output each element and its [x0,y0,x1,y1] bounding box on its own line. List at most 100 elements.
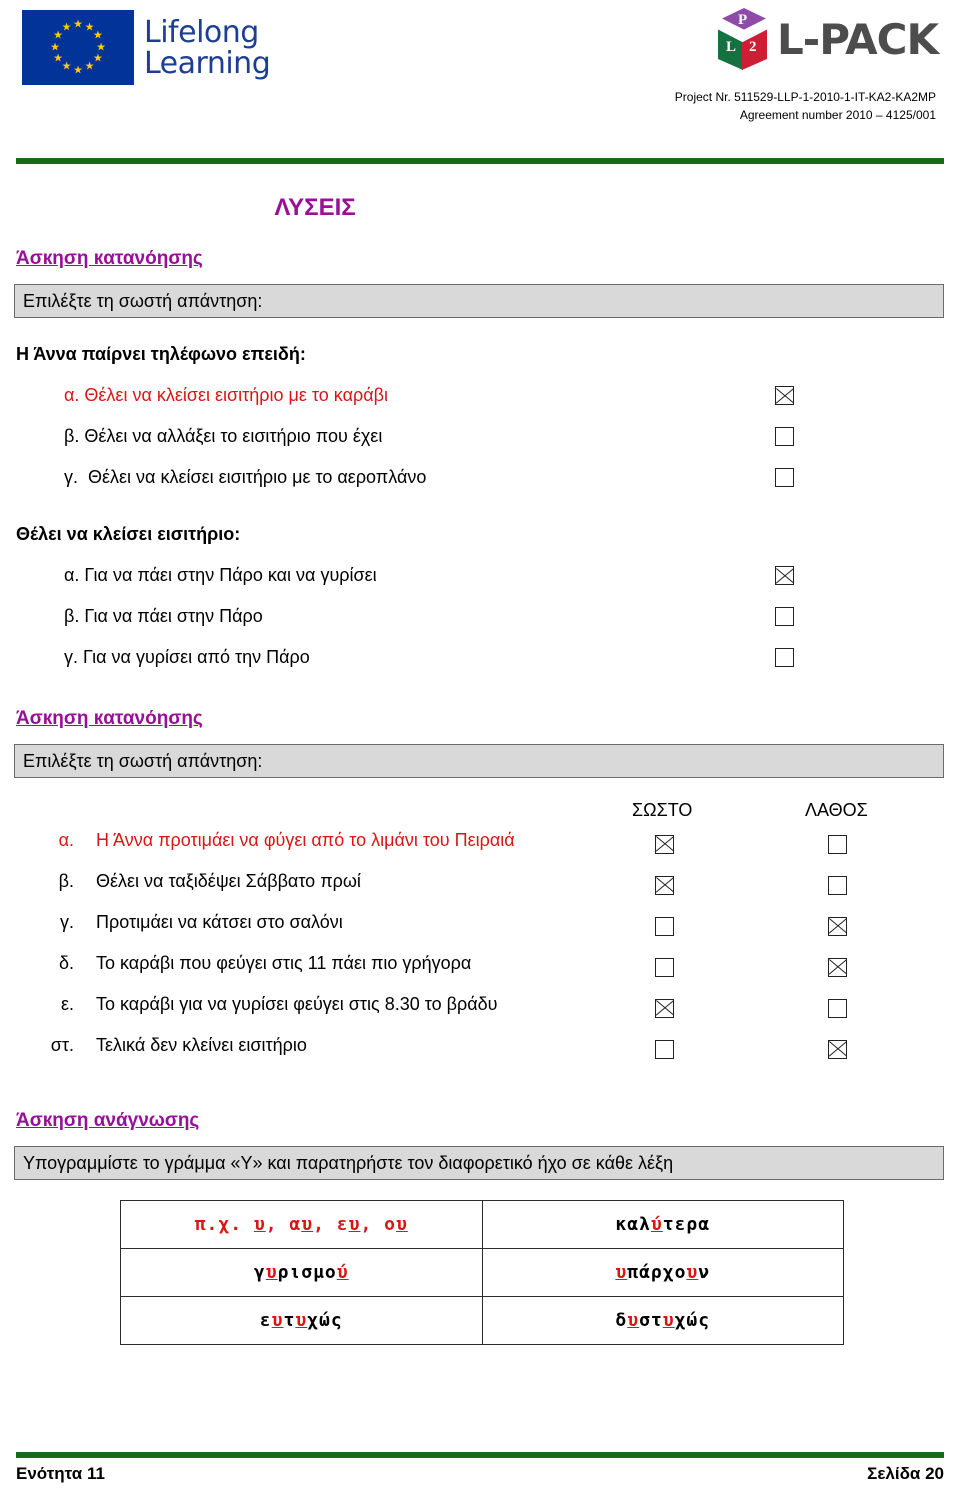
word-segment: , ο [360,1214,396,1235]
word-cell: ευτυχώς [120,1296,483,1345]
option-list: α. Θέλει να κλείσει εισιτήριο με το καρά… [0,375,960,498]
true-false-row[interactable]: γ. Προτιμάει να κάτσει στο σαλόνι [0,912,960,953]
column-header-false: ΛΑΘΟΣ [805,800,868,820]
instruction-box: Επιλέξτε τη σωστή απάντηση: [14,744,944,778]
checkbox-checked[interactable] [775,386,794,405]
checkbox-false-column[interactable] [828,915,847,936]
checkbox-false-column[interactable] [828,833,847,854]
checkbox-true-column[interactable] [655,956,674,977]
checkbox-true-column[interactable] [655,915,674,936]
word-segment: τ [283,1310,296,1331]
word-table-row: γυρισμού υπάρχουν [120,1248,844,1297]
checkbox-unchecked[interactable] [828,834,847,854]
true-false-row[interactable]: στ. Τελικά δεν κλείνει εισιτήριο [0,1035,960,1076]
checkbox-false-column[interactable] [828,956,847,977]
instruction-box: Επιλέξτε τη σωστή απάντηση: [14,284,944,318]
checkbox-true-column[interactable] [655,1038,674,1059]
word-segment: ν [698,1262,711,1283]
lpack-cube-icon: P L 2 [713,8,775,70]
word-segment: δ [615,1310,628,1331]
checkbox-checked[interactable] [655,875,674,895]
checkbox-false-column[interactable] [828,1038,847,1059]
document-body: ΛΥΣΕΙΣ Άσкηση кατανόησης Επιλέξτε τη σωσ… [0,164,960,1345]
lpack-logo: P L 2 L-PACK [713,8,939,70]
option-checkbox[interactable] [775,468,794,487]
option-label: γ. Θέλει να κλείσει εισιτήριο με το αερο… [64,467,427,487]
checkbox-false-column[interactable] [828,874,847,895]
option-row[interactable]: γ. Για να γυρίσει από την Πάρο [0,637,960,678]
cube-letter-2: 2 [749,39,757,55]
underlined-letter: υ [395,1214,408,1235]
word-cell: καλύτερα [481,1200,844,1249]
checkbox-true-column[interactable] [655,997,674,1018]
word-table-row: ευτυχώς δυστυχώς [120,1296,844,1345]
option-checkbox[interactable] [775,607,794,626]
underlined-letter: υ [295,1310,308,1331]
checkbox-unchecked[interactable] [655,1039,674,1059]
true-false-row[interactable]: α. Η Άννα προτιμάει να φύγει από το λιμάν… [0,830,960,871]
checkbox-unchecked[interactable] [655,957,674,977]
row-statement: Το καράβι για να γυρίσει φεύγει στις 8.3… [96,994,498,1014]
option-row[interactable]: β. Θέλει να αλλάξει το εισιτήριο που έχε… [0,416,960,457]
word-segment: καλ [615,1214,651,1235]
checkbox-unchecked[interactable] [828,875,847,895]
checkbox-true-column[interactable] [655,874,674,895]
checkbox-unchecked[interactable] [828,998,847,1018]
option-checkbox[interactable] [775,566,794,585]
checkbox-checked[interactable] [655,998,674,1018]
footer-unit: Ενότητα 11 [16,1464,105,1483]
section-comprehension-1: Άσкηση кατανόησης Επιλέξτε τη σωστή απάν… [0,248,960,678]
page-footer: Ενότητα 11 Σελίδα 20 [16,1464,944,1484]
checkbox-unchecked[interactable] [775,468,794,487]
instruction-text: Επιλέξτε τη σωστή απάντηση: [23,290,263,311]
underlined-letter: ύ [336,1262,349,1283]
checkbox-unchecked[interactable] [775,607,794,626]
option-row[interactable]: γ. Θέλει να κλείσει εισιτήριο με το αερο… [0,457,960,498]
checkbox-unchecked[interactable] [775,427,794,446]
row-key: ε. [60,994,74,1014]
option-row[interactable]: α. Θέλει να κλείσει εισιτήριο με το καρά… [0,375,960,416]
option-label: α. Για να πάει στην Πάρο και να γυρίσει [64,565,377,585]
word-cell: δυστυχώς [481,1296,844,1345]
section-heading: Άσкηση кατανόησης [16,708,203,729]
checkbox-checked[interactable] [828,957,847,977]
option-list: α. Για να πάει στην Πάρο και να γυρίσει β… [0,555,960,678]
column-header-true: ΣΩΣΤΟ [632,800,693,820]
true-false-row[interactable]: β. Θέλει να ταξιδέψει Σάββατο πρωί [0,871,960,912]
word-segment: π.χ. [194,1214,254,1235]
word-segment: στ [639,1310,663,1331]
checkbox-checked[interactable] [828,916,847,936]
page-header: Lifelong Learning P L 2 L-PACK Project N… [0,0,960,164]
checkbox-unchecked[interactable] [775,648,794,667]
word-table-row: π.χ. υ, αυ, ευ, ου καλύτερα [120,1200,844,1249]
option-row[interactable]: β. Για να πάει στην Πάρο [0,596,960,637]
true-false-row[interactable]: δ. Το καράβι που φεύγει στις 11 πάει πιο … [0,953,960,994]
option-row[interactable]: α. Για να πάει στην Πάρο και να γυρίσει [0,555,960,596]
section-reading: Άσкηση ανάγνωσης Υπογραμμίστε το γράμμα … [0,1110,960,1345]
checkbox-unchecked[interactable] [655,916,674,936]
underlined-letter: υ [348,1214,361,1235]
word-segment: πάρχο [627,1262,687,1283]
section-comprehension-2: Άσкηση кατανόησης Επιλέξτε τη σωστή απάν… [0,708,960,1076]
option-checkbox[interactable] [775,648,794,667]
word-table: π.χ. υ, αυ, ευ, ου καλύτερα γυρισμού υπάρχο… [120,1200,844,1345]
row-key: δ. [58,953,74,973]
word-segment: χώς [674,1310,711,1331]
word-segment: ρισμο [277,1262,337,1283]
page-title: ΛΥΣΕΙΣ [274,194,356,221]
checkbox-true-column[interactable] [655,833,674,854]
row-statement: Η Άννα προτιμάει να φύγει από το λιμάνι … [96,830,515,850]
true-false-column-headers: ΣΩΣΤΟ ΛΑΘΟΣ [0,800,960,830]
checkbox-checked[interactable] [775,566,794,585]
option-checkbox[interactable] [775,386,794,405]
checkbox-false-column[interactable] [828,997,847,1018]
footer-page: Σελίδα 20 [867,1464,944,1483]
checkbox-checked[interactable] [828,1039,847,1059]
underlined-letter: υ [662,1310,675,1331]
checkbox-checked[interactable] [655,834,674,854]
option-checkbox[interactable] [775,427,794,446]
true-false-row[interactable]: ε. Το καράβι για να γυρίσει φεύγει στις 8… [0,994,960,1035]
row-statement: Το καράβι που φεύγει στις 11 πάει πιο γρ… [96,953,472,973]
underlined-letter: υ [615,1262,628,1283]
underlined-letter: υ [686,1262,699,1283]
